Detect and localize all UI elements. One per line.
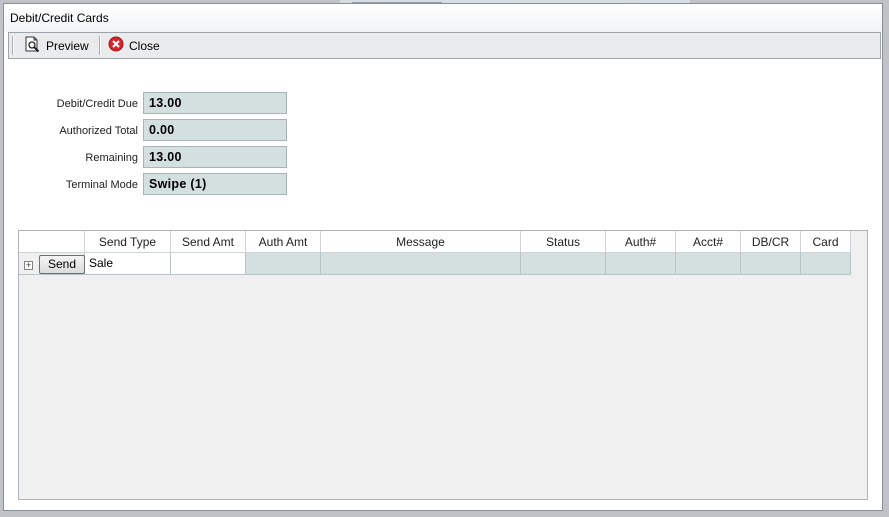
- authorized-total-label: Authorized Total: [59, 125, 138, 137]
- preview-label: Preview: [46, 38, 89, 53]
- card-cell: [801, 253, 851, 275]
- toolbar-grip[interactable]: [12, 36, 14, 55]
- status-cell: [521, 253, 606, 275]
- column-header-db-cr[interactable]: DB/CR: [741, 231, 801, 253]
- remaining-value: 13.00: [143, 146, 287, 168]
- title-bar[interactable]: Debit/Credit Cards: [4, 4, 882, 32]
- column-header-message[interactable]: Message: [321, 231, 521, 253]
- close-icon: [108, 36, 124, 55]
- table-row[interactable]: Sale: [19, 253, 851, 275]
- column-header-auth-amt[interactable]: Auth Amt: [246, 231, 321, 253]
- window-title: Debit/Credit Cards: [10, 11, 109, 25]
- send-button[interactable]: Send: [39, 255, 85, 274]
- close-label: Close: [129, 38, 160, 53]
- db-cr-cell: [741, 253, 801, 275]
- message-cell: [321, 253, 521, 275]
- column-header-auth-no[interactable]: Auth#: [606, 231, 676, 253]
- debit-credit-dialog: Debit/Credit Cards Preview Close Debit/C…: [3, 3, 883, 511]
- column-header-acct-no[interactable]: Acct#: [676, 231, 741, 253]
- grid-header: Send Type Send Amt Auth Amt Message Stat…: [19, 231, 851, 253]
- column-header-select[interactable]: [19, 231, 85, 253]
- terminal-mode-value: Swipe (1): [143, 173, 287, 195]
- authorized-total-value: 0.00: [143, 119, 287, 141]
- column-header-status[interactable]: Status: [521, 231, 606, 253]
- toolbar: Preview Close: [8, 32, 881, 59]
- debit-credit-due-value: 13.00: [143, 92, 287, 114]
- preview-icon: [24, 36, 41, 56]
- acct-no-cell: [676, 253, 741, 275]
- column-header-card[interactable]: Card: [801, 231, 851, 253]
- column-header-send-type[interactable]: Send Type: [85, 231, 171, 253]
- send-type-cell[interactable]: Sale: [85, 253, 171, 275]
- transactions-grid[interactable]: Send Type Send Amt Auth Amt Message Stat…: [18, 230, 868, 500]
- expand-row-icon[interactable]: +: [24, 261, 33, 270]
- column-header-send-amt[interactable]: Send Amt: [171, 231, 246, 253]
- auth-amt-cell: [246, 253, 321, 275]
- terminal-mode-label: Terminal Mode: [65, 179, 138, 191]
- close-button[interactable]: Close: [105, 35, 163, 56]
- send-amt-cell[interactable]: [171, 253, 246, 275]
- remaining-label: Remaining: [85, 152, 138, 164]
- debit-credit-due-label: Debit/Credit Due: [56, 98, 138, 110]
- preview-button[interactable]: Preview: [21, 35, 92, 56]
- toolbar-separator: [99, 36, 101, 55]
- auth-no-cell: [606, 253, 676, 275]
